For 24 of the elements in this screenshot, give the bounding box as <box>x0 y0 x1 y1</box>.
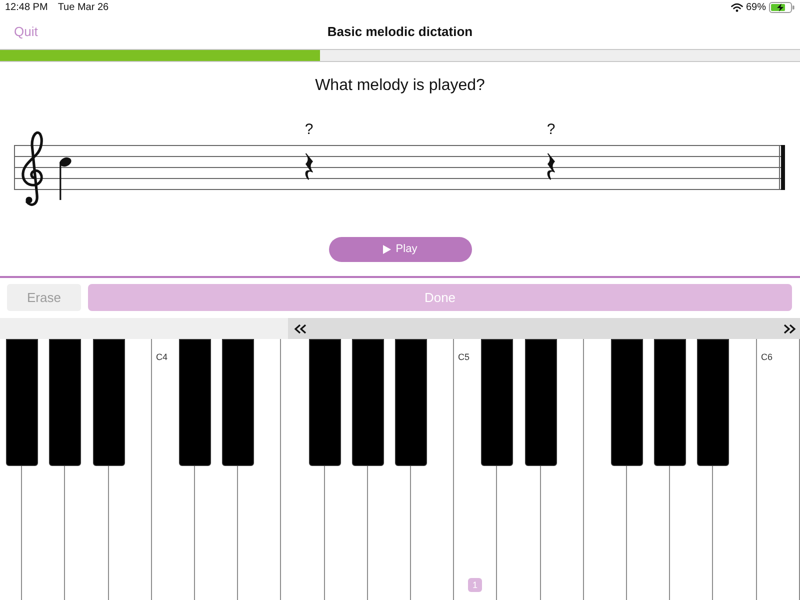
double-chevron-right-icon <box>782 324 796 334</box>
key-note-label: C4 <box>156 352 168 363</box>
unknown-note-mark: ? <box>546 121 556 138</box>
battery-percent: 69% <box>746 2 766 14</box>
quarter-rest-icon <box>305 153 313 180</box>
quit-button[interactable]: Quit <box>14 24 38 40</box>
unknown-note-mark: ? <box>304 121 314 138</box>
quarter-note-icon <box>60 157 72 200</box>
double-chevron-left-icon <box>294 324 306 334</box>
treble-clef-icon <box>22 131 43 206</box>
question-text: What melody is played? <box>315 76 485 96</box>
play-button[interactable]: Play <box>328 237 472 262</box>
battery-charging-icon <box>769 2 795 13</box>
final-barline <box>779 145 785 190</box>
note-count-badge: 1 <box>468 578 482 592</box>
quarter-rest-icon <box>547 153 555 180</box>
wifi-icon <box>730 3 743 12</box>
screen-title: Basic melodic dictation <box>327 24 473 40</box>
keyboard-scroll-thumb[interactable] <box>288 318 800 339</box>
key-note-label: C5 <box>458 352 470 363</box>
play-icon <box>382 245 391 254</box>
key-note-label: C6 <box>761 352 773 363</box>
status-time: 12:48 PM <box>5 2 48 14</box>
status-date: Tue Mar 26 <box>58 2 109 14</box>
